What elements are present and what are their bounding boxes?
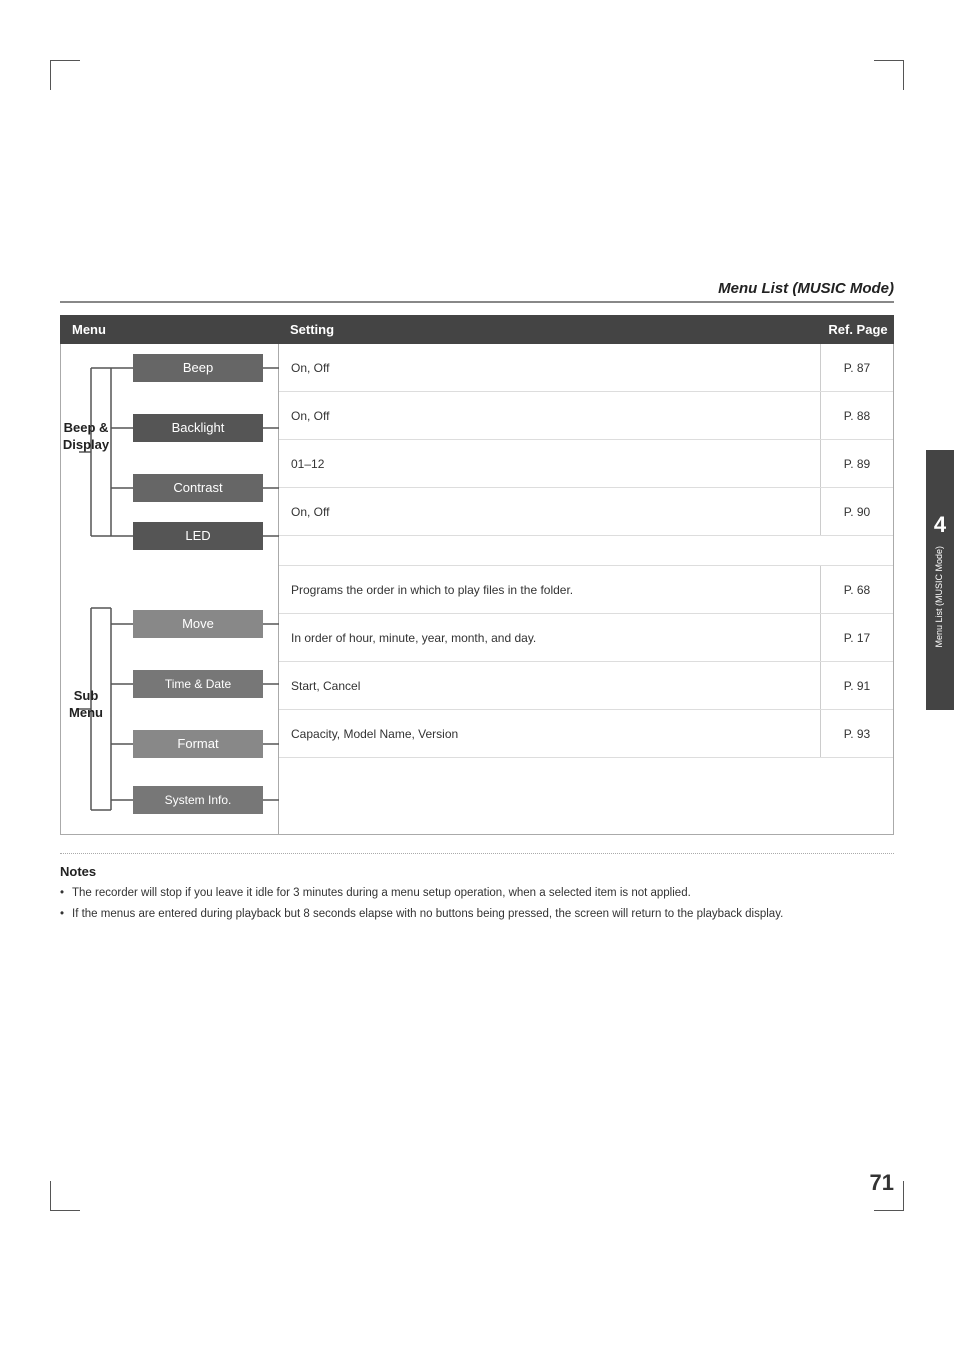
table-row: Programs the order in which to play file…	[279, 566, 893, 614]
table-header: Menu Setting Ref. Page	[60, 315, 894, 344]
setting-time-date: In order of hour, minute, year, month, a…	[279, 614, 821, 661]
page-title: Menu List (MUSIC Mode)	[60, 280, 894, 303]
side-tab-text: Menu List (MUSIC Mode)	[934, 546, 946, 648]
setting-format: Start, Cancel	[279, 662, 821, 709]
notes-item-1: The recorder will stop if you leave it i…	[60, 885, 894, 902]
corner-mark-tl	[50, 60, 80, 90]
ref-system-info: P. 93	[821, 710, 893, 757]
table-row: Start, Cancel P. 91	[279, 662, 893, 710]
diagram-wrapper: Menu Setting Ref. Page	[60, 315, 894, 835]
ref-backlight: P. 88	[821, 392, 893, 439]
ref-beep: P. 87	[821, 344, 893, 391]
diagram-right: On, Off P. 87 On, Off P. 88 01–12 P. 89 …	[279, 344, 893, 834]
svg-text:Backlight: Backlight	[172, 420, 225, 435]
table-row: On, Off P. 90	[279, 488, 893, 536]
bottom-padding	[279, 758, 893, 772]
svg-text:Contrast: Contrast	[173, 480, 223, 495]
header-setting: Setting	[278, 315, 822, 344]
svg-text:LED: LED	[185, 528, 210, 543]
ref-format: P. 91	[821, 662, 893, 709]
svg-text:Move: Move	[182, 616, 214, 631]
ref-contrast: P. 89	[821, 440, 893, 487]
setting-backlight: On, Off	[279, 392, 821, 439]
setting-contrast: 01–12	[279, 440, 821, 487]
corner-mark-tr	[874, 60, 904, 90]
svg-text:Format: Format	[177, 736, 219, 751]
notes-item-2: If the menus are entered during playback…	[60, 906, 894, 923]
corner-mark-bl	[50, 1181, 80, 1211]
main-content: Menu List (MUSIC Mode) Menu Setting Ref.…	[60, 280, 894, 928]
header-ref-page: Ref. Page	[822, 315, 894, 344]
svg-text:System Info.: System Info.	[165, 793, 232, 807]
menu-diagram-svg: Beep &Display Beep	[61, 344, 279, 834]
page-number: 71	[870, 1170, 894, 1196]
ref-move: P. 68	[821, 566, 893, 613]
group-spacer	[279, 536, 893, 566]
side-tab: 4 Menu List (MUSIC Mode)	[926, 450, 954, 710]
table-row: 01–12 P. 89	[279, 440, 893, 488]
table-body: Beep &Display Beep	[60, 344, 894, 835]
notes-section: Notes The recorder will stop if you leav…	[60, 853, 894, 924]
side-tab-number: 4	[934, 512, 946, 538]
ref-time-date: P. 17	[821, 614, 893, 661]
setting-system-info: Capacity, Model Name, Version	[279, 710, 821, 757]
table-row: On, Off P. 87	[279, 344, 893, 392]
notes-title: Notes	[60, 864, 894, 879]
svg-text:Time & Date: Time & Date	[165, 677, 232, 691]
diagram-left: Beep &Display Beep	[61, 344, 279, 834]
table-row: Capacity, Model Name, Version P. 93	[279, 710, 893, 758]
svg-text:Beep: Beep	[183, 360, 213, 375]
setting-beep: On, Off	[279, 344, 821, 391]
header-menu: Menu	[60, 315, 278, 344]
ref-led: P. 90	[821, 488, 893, 535]
table-row: In order of hour, minute, year, month, a…	[279, 614, 893, 662]
table-row: On, Off P. 88	[279, 392, 893, 440]
setting-move: Programs the order in which to play file…	[279, 566, 821, 613]
setting-led: On, Off	[279, 488, 821, 535]
